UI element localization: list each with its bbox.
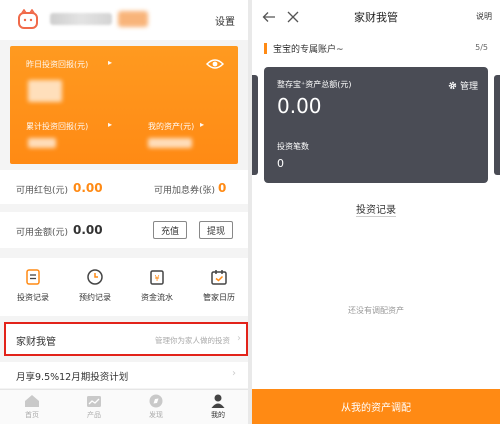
quick-actions: 投资记录 预约记录 ¥ 资金流水 管家日历 xyxy=(0,258,248,316)
accent-bar xyxy=(264,43,267,54)
money-flow-icon: ¥ xyxy=(150,270,164,285)
chevron-right-icon: › xyxy=(237,333,241,344)
withdraw-button[interactable]: 提现 xyxy=(199,221,233,239)
account-pager: 5/5 xyxy=(475,43,488,52)
settings-link[interactable]: 设置 xyxy=(215,13,235,28)
chevron-right-icon: ▸ xyxy=(108,58,113,67)
account-card: 整存宝⁺资产总额(元) 管理 0.00 投资笔数 0 xyxy=(264,67,488,183)
tab-discover[interactable]: 发现 xyxy=(136,394,176,420)
explain-link[interactable]: 说明 xyxy=(476,11,492,22)
tab-mine[interactable]: 我的 xyxy=(198,394,238,420)
account-subheader: 宝宝的专属账户~ 5/5 xyxy=(252,38,500,60)
account-header: 设置 xyxy=(0,0,248,40)
quick-action-label: 预约记录 xyxy=(79,293,111,302)
assets-value-blurred xyxy=(148,138,192,148)
coupon-value[interactable]: 0 xyxy=(218,181,226,195)
prev-card-peek[interactable] xyxy=(252,75,258,175)
yesterday-return-label[interactable]: 昨日投资回报(元) xyxy=(26,59,88,70)
product-icon xyxy=(87,396,101,407)
recharge-button[interactable]: 充值 xyxy=(153,221,187,239)
earnings-card: 昨日投资回报(元) ▸ 累计投资回报(元) ▸ 我的资产(元) ▸ xyxy=(10,46,238,164)
user-icon xyxy=(211,394,225,408)
tab-label: 产品 xyxy=(87,411,101,419)
plan-text: 月享9.5%12月期投资计划 xyxy=(16,372,129,383)
tab-home[interactable]: 首页 xyxy=(12,394,52,420)
manage-button[interactable]: 管理 xyxy=(448,79,478,92)
cumulative-return-label[interactable]: 累计投资回报(元) xyxy=(26,121,88,132)
butler-calendar-button[interactable]: 管家日历 xyxy=(194,268,244,303)
family-manager-entry[interactable]: 家财我管 管理你为家人做的投资 › xyxy=(4,322,248,356)
family-manager-title: 家财我管 xyxy=(16,337,56,348)
nav-bar: 家财我管 说明 xyxy=(252,0,500,34)
investment-records-button[interactable]: 投资记录 xyxy=(8,268,58,303)
red-packet-coupon-row: 可用红包(元) 0.00 可用加息券(张) 0 xyxy=(0,170,248,204)
bottom-tab-bar: 首页 产品 发现 我的 xyxy=(0,389,248,424)
tab-label: 首页 xyxy=(25,411,39,419)
tab-label: 我的 xyxy=(211,411,225,419)
family-manager-screen: 家财我管 说明 宝宝的专属账户~ 5/5 整存宝⁺资产总额(元) 管理 0.00… xyxy=(252,0,500,424)
quick-action-label: 资金流水 xyxy=(141,293,173,302)
level-badge-blurred xyxy=(118,11,148,27)
investment-count-value: 0 xyxy=(277,157,284,170)
discover-icon xyxy=(149,394,163,408)
chevron-right-icon: ▸ xyxy=(108,120,113,129)
page-title: 家财我管 xyxy=(354,11,398,24)
red-packet-label: 可用红包(元) xyxy=(16,186,69,196)
next-card-peek[interactable] xyxy=(494,75,500,175)
red-packet-value[interactable]: 0.00 xyxy=(73,181,103,195)
balance-row: 可用金额(元) 0.00 充值 提现 xyxy=(0,212,248,248)
fund-flow-button[interactable]: ¥ 资金流水 xyxy=(132,268,182,303)
investment-count-label: 投资笔数 xyxy=(277,142,309,151)
tab-label: 发现 xyxy=(149,411,163,419)
username-blurred xyxy=(50,13,112,25)
gear-icon xyxy=(448,81,457,90)
quick-action-label: 管家日历 xyxy=(203,293,235,302)
calendar-icon xyxy=(211,270,227,285)
allocate-from-assets-button[interactable]: 从我的资产调配 xyxy=(252,389,500,424)
tab-products[interactable]: 产品 xyxy=(74,394,114,420)
my-account-screen: 设置 昨日投资回报(元) ▸ 累计投资回报(元) ▸ 我的资产(元) ▸ 可用红… xyxy=(0,0,248,424)
records-title: 投资记录 xyxy=(356,205,396,216)
cumulative-value-blurred xyxy=(28,138,56,148)
my-assets-label[interactable]: 我的资产(元) xyxy=(148,121,194,132)
clipboard-icon xyxy=(26,269,40,285)
clock-icon xyxy=(87,269,103,285)
pig-logo-icon xyxy=(18,9,38,29)
investment-plan-row[interactable]: 月享9.5%12月期投资计划 › xyxy=(0,362,248,388)
empty-state-text: 还没有调配资产 xyxy=(348,306,404,315)
manage-label: 管理 xyxy=(459,82,478,92)
svg-text:¥: ¥ xyxy=(154,274,159,283)
quick-action-label: 投资记录 xyxy=(17,293,49,302)
chevron-right-icon: ▸ xyxy=(200,120,205,129)
family-manager-desc: 管理你为家人做的投资 xyxy=(155,336,230,345)
chevron-right-icon: › xyxy=(232,368,236,379)
coupon-label: 可用加息券(张) xyxy=(154,186,216,196)
reservation-records-button[interactable]: 预约记录 xyxy=(70,268,120,303)
records-divider xyxy=(356,216,396,217)
balance-label: 可用金额(元) xyxy=(16,228,69,238)
total-assets-label: 整存宝⁺资产总额(元) xyxy=(277,80,352,89)
eye-icon[interactable] xyxy=(206,58,224,70)
balance-value: 0.00 xyxy=(73,223,103,237)
account-title: 宝宝的专属账户~ xyxy=(273,45,344,55)
home-icon xyxy=(25,395,39,407)
total-assets-value: 0.00 xyxy=(277,94,322,118)
yesterday-value-blurred xyxy=(28,80,62,102)
